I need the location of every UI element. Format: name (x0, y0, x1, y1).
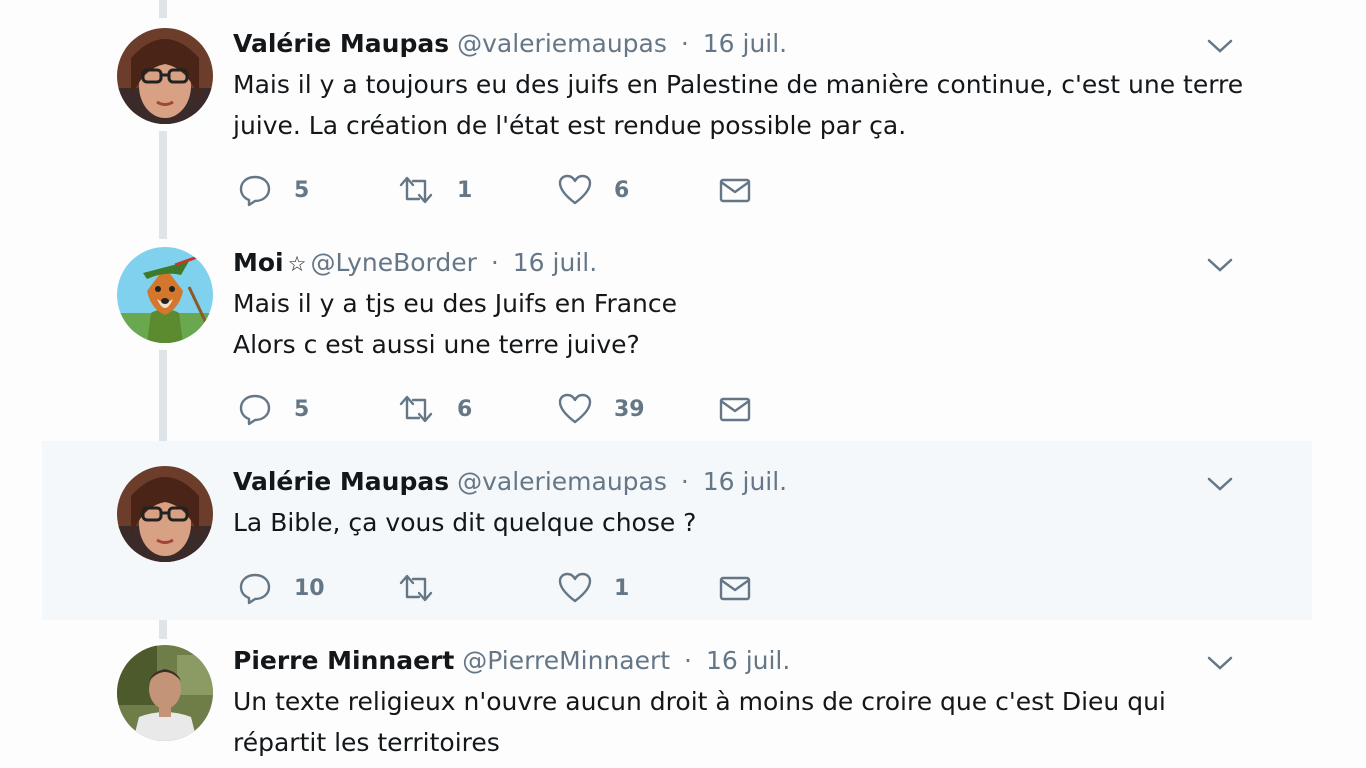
retweet-button[interactable] (397, 568, 457, 608)
reply-count: 10 (294, 575, 325, 601)
like-count: 1 (614, 575, 630, 601)
author-handle[interactable]: @LyneBorder (310, 248, 476, 277)
star-icon: ☆ (287, 252, 307, 276)
envelope-icon (719, 576, 751, 601)
chevron-down-icon[interactable] (1206, 653, 1234, 673)
tweet-date[interactable]: 16 juil. (703, 29, 787, 58)
tweet-text: Mais il y a toujours eu des juifs en Pal… (233, 64, 1244, 146)
reply-button[interactable]: 10 (238, 568, 325, 608)
separator-dot: · (490, 248, 499, 277)
separator-dot: · (680, 29, 689, 58)
tweet-text: Un texte religieux n'ouvre aucun droit à… (233, 681, 1233, 763)
retweet-icon (399, 176, 433, 204)
tweet-text-line: Mais il y a toujours eu des juifs en Pal… (233, 70, 1244, 99)
avatar[interactable] (117, 645, 213, 741)
direct-message-button[interactable] (718, 170, 752, 210)
reply-icon (239, 573, 271, 605)
retweet-icon (399, 574, 433, 602)
reply-count: 5 (294, 396, 310, 422)
reply-button[interactable]: 5 (238, 170, 309, 210)
reply-icon (239, 175, 271, 207)
tweet[interactable]: Valérie Maupas @valeriemaupas · 16 juil.… (42, 441, 1312, 620)
heart-icon (558, 174, 592, 205)
retweet-count: 6 (457, 396, 473, 422)
tweet[interactable]: Pierre Minnaert @PierreMinnaert · 16 jui… (42, 620, 1312, 768)
like-button[interactable]: 6 (558, 170, 629, 210)
reply-count: 5 (294, 177, 310, 203)
author-name[interactable]: Valérie Maupas (233, 467, 449, 496)
envelope-icon (719, 397, 751, 422)
avatar[interactable] (117, 28, 213, 124)
retweet-icon (399, 395, 433, 423)
tweet[interactable]: Moi ☆ @LyneBorder · 16 juil. Mais il y a t… (42, 220, 1312, 440)
author-handle[interactable]: @PierreMinnaert (462, 646, 670, 675)
separator-dot: · (680, 467, 689, 496)
author-name[interactable]: Valérie Maupas (233, 29, 449, 58)
tweet-date[interactable]: 16 juil. (703, 467, 787, 496)
avatar[interactable] (117, 466, 213, 562)
reply-button[interactable]: 5 (238, 389, 309, 429)
tweet[interactable]: Valérie Maupas @valeriemaupas · 16 juil.… (42, 0, 1312, 220)
chevron-down-icon[interactable] (1206, 36, 1234, 56)
chevron-down-icon[interactable] (1206, 474, 1234, 494)
tweet-text-line: Mais il y a tjs eu des Juifs en France (233, 289, 678, 318)
tweet-date[interactable]: 16 juil. (513, 248, 597, 277)
chevron-down-icon[interactable] (1206, 255, 1234, 275)
retweet-button[interactable]: 6 (397, 389, 472, 429)
tweet-text-line: répartit les territoires (233, 728, 500, 757)
direct-message-button[interactable] (718, 389, 752, 429)
tweet-text-line: Un texte religieux n'ouvre aucun droit à… (233, 687, 1166, 716)
retweet-count: 1 (457, 177, 473, 203)
like-count: 39 (614, 396, 645, 422)
author-handle[interactable]: @valeriemaupas (457, 29, 667, 58)
tweet-text-line: La Bible, ça vous dit quelque chose ? (233, 508, 697, 537)
separator-dot: · (684, 646, 692, 675)
heart-icon (558, 572, 592, 603)
avatar[interactable] (117, 247, 213, 343)
tweet-text-line: juive. La création de l'état est rendue … (233, 111, 907, 140)
like-button[interactable]: 1 (558, 568, 629, 608)
like-button[interactable]: 39 (558, 389, 645, 429)
author-handle[interactable]: @valeriemaupas (457, 467, 667, 496)
reply-icon (239, 394, 271, 426)
retweet-button[interactable]: 1 (397, 170, 472, 210)
envelope-icon (719, 178, 751, 203)
conversation-thread: Valérie Maupas @valeriemaupas · 16 juil.… (0, 0, 1366, 768)
like-count: 6 (614, 177, 630, 203)
tweet-text-line: Alors c est aussi une terre juive? (233, 330, 640, 359)
tweet-date[interactable]: 16 juil. (706, 646, 790, 675)
tweet-text: La Bible, ça vous dit quelque chose ? (233, 502, 1233, 543)
direct-message-button[interactable] (718, 568, 752, 608)
author-name[interactable]: Moi (233, 248, 284, 277)
heart-icon (558, 393, 592, 424)
author-name[interactable]: Pierre Minnaert (233, 646, 454, 675)
tweet-text: Mais il y a tjs eu des Juifs en France A… (233, 283, 1233, 365)
